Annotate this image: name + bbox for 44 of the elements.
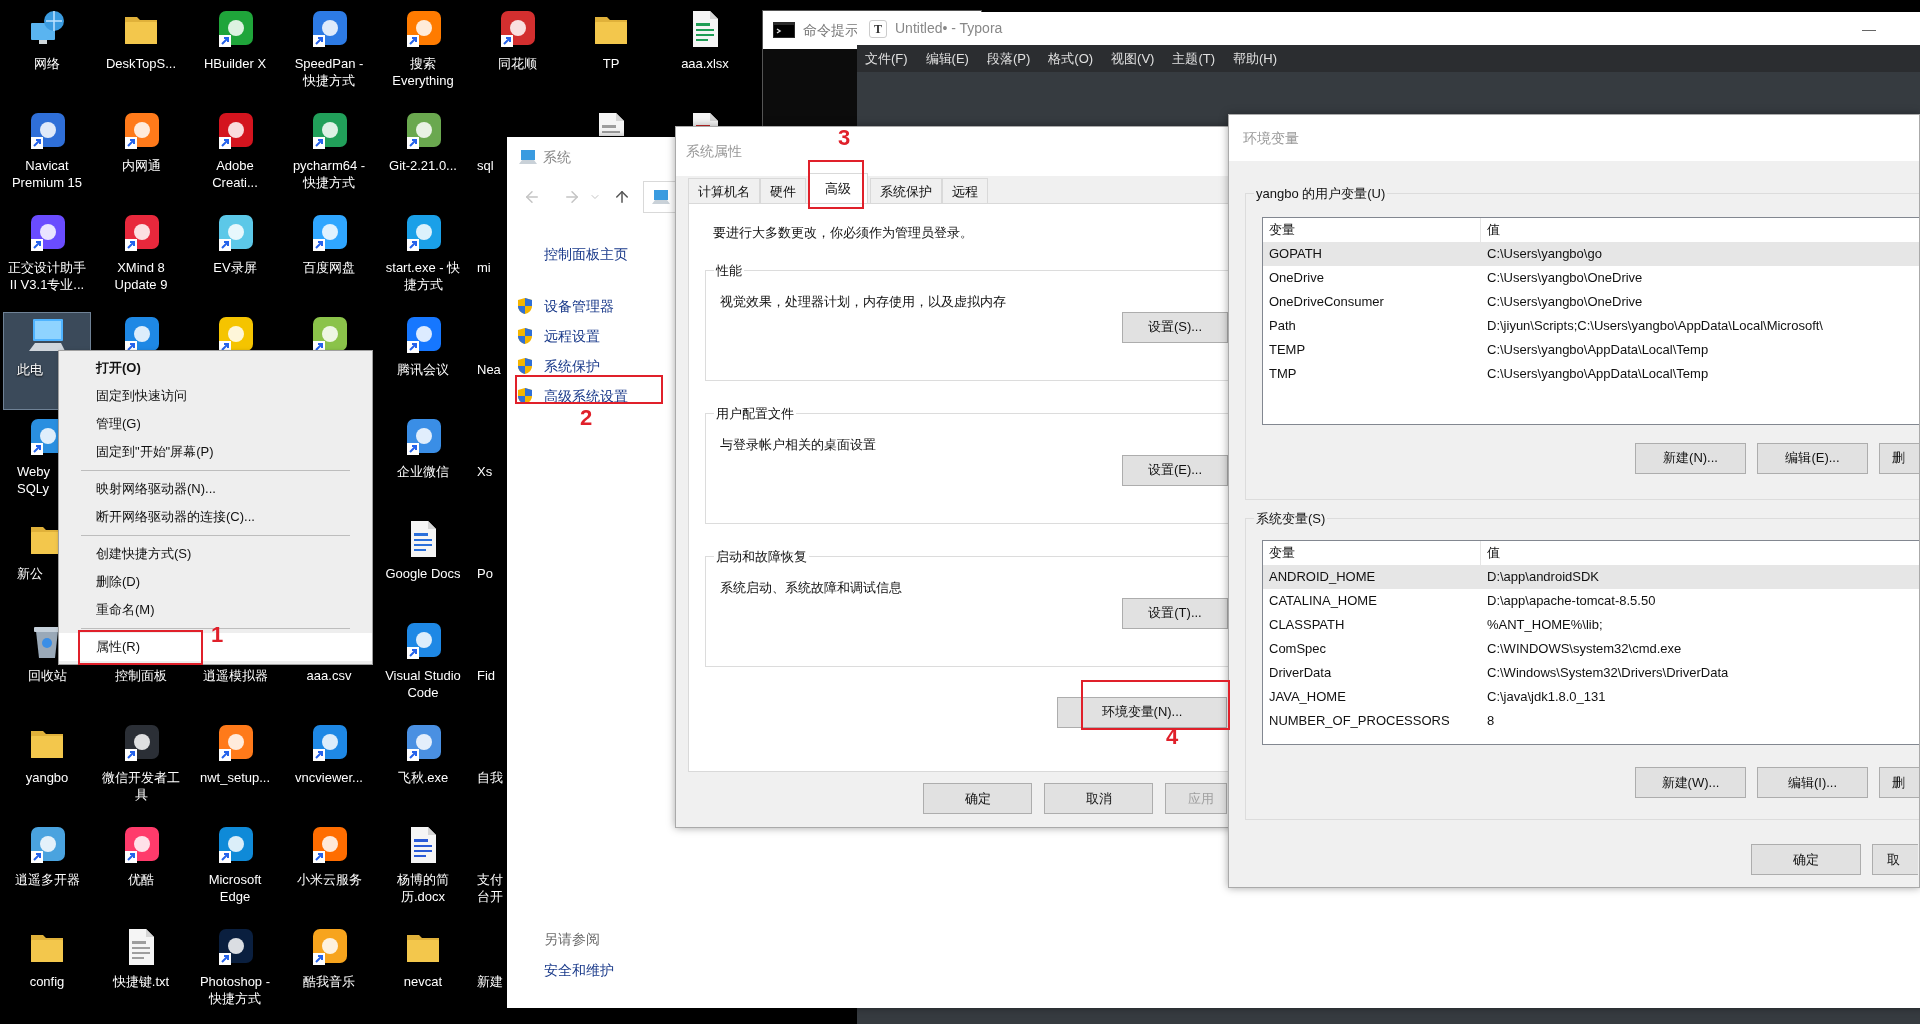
- table-cell-text: NUMBER_OF_PROCESSORS: [1268, 712, 1451, 730]
- table-cell-text: D:\app\apache-tomcat-8.5.50: [1486, 592, 1657, 610]
- table-cell-text: C:\WINDOWS\system32\cmd.exe: [1486, 640, 1683, 658]
- group-description: 与登录帐户相关的桌面设置: [720, 436, 877, 454]
- table-cell-text: D:\jiyun\Scripts;C:\Users\yangbo\AppData\Local\Microsoft\: [1486, 316, 1824, 335]
- table-cell-text: ComSpec: [1268, 640, 1328, 658]
- table-cell-text: ANDROID_HOME: [1268, 568, 1377, 586]
- step-number: 4: [1166, 726, 1179, 748]
- table-cell-text: C:\Users\yangbo\go: [1486, 244, 1603, 263]
- dialog-title: 环境变量: [1243, 128, 1299, 148]
- table-cell-text: OneDriveConsumer: [1268, 292, 1385, 311]
- group-title: 性能: [715, 261, 743, 280]
- table-cell-text: GOPATH: [1268, 244, 1323, 263]
- table-cell-text: JAVA_HOME: [1268, 688, 1347, 706]
- group-description: 视觉效果，处理器计划，内存使用，以及虚拟内存: [720, 293, 1007, 311]
- step-number: 2: [580, 407, 593, 429]
- table-cell-text: C:\java\jdk1.8.0_131: [1486, 688, 1607, 706]
- window-title: Untitled• - Typora: [895, 19, 1003, 38]
- table-cell-text: CATALINA_HOME: [1268, 592, 1378, 610]
- group-title: 用户配置文件: [715, 404, 795, 423]
- table-cell-text: TEMP: [1268, 340, 1307, 359]
- table-cell-text: C:\Windows\System32\Drivers\DriverData: [1486, 664, 1730, 682]
- table-cell-text: CLASSPATH: [1268, 616, 1346, 634]
- table-cell-text: C:\Users\yangbo\AppData\Local\Temp: [1486, 364, 1710, 383]
- table-cell-text: OneDrive: [1268, 268, 1325, 287]
- step-number: 3: [838, 127, 851, 149]
- table-cell-text: C:\Users\yangbo\OneDrive: [1486, 268, 1644, 287]
- table-cell-text: D:\app\androidSDK: [1486, 568, 1600, 586]
- app-icon: T: [869, 19, 887, 38]
- group-title: 启动和故障恢复: [715, 547, 808, 566]
- table-cell-text: DriverData: [1268, 664, 1333, 682]
- table-cell-text: C:\Users\yangbo\OneDrive: [1486, 292, 1644, 311]
- group-title: yangbo 的用户变量(U): [1255, 185, 1387, 203]
- table-cell-text: 8: [1486, 712, 1496, 730]
- group-title: 系统变量(S): [1255, 509, 1327, 528]
- section-heading: 另请参阅: [544, 930, 601, 949]
- table-cell-text: C:\Users\yangbo\AppData\Local\Temp: [1486, 340, 1710, 359]
- table-cell-text: Path: [1268, 316, 1297, 335]
- table-cell-text: %ANT_HOME%\lib;: [1486, 616, 1604, 634]
- group-description: 系统启动、系统故障和调试信息: [720, 579, 903, 597]
- table-cell-text: TMP: [1268, 364, 1298, 383]
- window-title: 系统: [543, 147, 571, 167]
- notice-text: 要进行大多数更改，你必须作为管理员登录。: [712, 224, 974, 242]
- dialog-title: 系统属性: [686, 142, 742, 161]
